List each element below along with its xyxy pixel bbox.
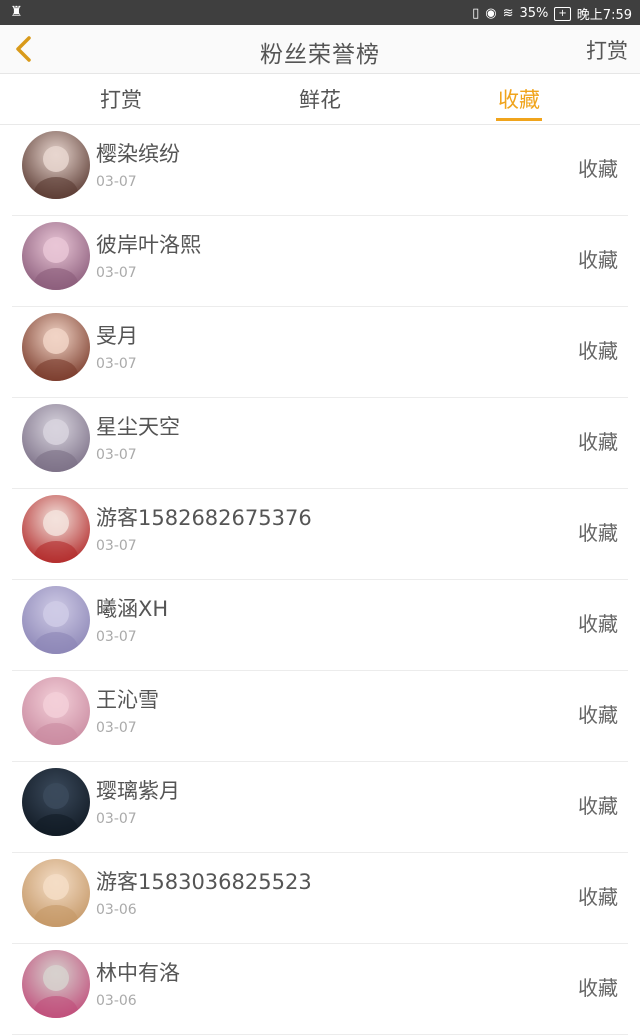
favorite-date: 03-07 xyxy=(96,720,137,736)
wifi-icon: ≋ xyxy=(502,6,514,21)
favorite-date: 03-07 xyxy=(96,538,137,554)
fan-list: 樱染缤纷 03-07 收藏 彼岸叶洛熙 03-07 收藏 旻月 03-07 收藏 星尘天空 03-0… xyxy=(0,125,640,1035)
favorite-label: 收藏 xyxy=(578,339,618,363)
avatar[interactable] xyxy=(22,859,90,927)
user-name: 王沁雪 xyxy=(96,688,159,712)
favorite-date: 03-07 xyxy=(96,174,137,190)
avatar[interactable] xyxy=(22,677,90,745)
user-name: 星尘天空 xyxy=(96,415,180,439)
battery-percent: 35% xyxy=(519,6,549,21)
favorite-date: 03-07 xyxy=(96,265,137,281)
list-item[interactable]: 璎璃紫月 03-07 收藏 xyxy=(12,762,628,853)
list-item[interactable]: 旻月 03-07 收藏 xyxy=(12,307,628,398)
avatar[interactable] xyxy=(22,586,90,654)
eye-icon: ◉ xyxy=(485,6,497,21)
avatar[interactable] xyxy=(22,495,90,563)
user-name: 璎璃紫月 xyxy=(96,779,180,803)
user-name: 樱染缤纷 xyxy=(96,142,180,166)
page-title: 粉丝荣誉榜 xyxy=(260,42,380,68)
avatar[interactable] xyxy=(22,768,90,836)
reward-button[interactable]: 打赏 xyxy=(586,35,628,65)
active-tab-indicator xyxy=(496,118,542,121)
tab-favorites[interactable]: 收藏 xyxy=(498,84,540,114)
user-name: 曦涵XH xyxy=(96,597,169,621)
user-name: 游客1582682675376 xyxy=(96,506,312,530)
favorite-label: 收藏 xyxy=(578,248,618,272)
favorite-label: 收藏 xyxy=(578,612,618,636)
favorite-date: 03-07 xyxy=(96,356,137,372)
favorite-label: 收藏 xyxy=(578,521,618,545)
favorite-date: 03-07 xyxy=(96,447,137,463)
list-item[interactable]: 星尘天空 03-07 收藏 xyxy=(12,398,628,489)
user-name: 游客1583036825523 xyxy=(96,870,312,894)
list-item[interactable]: 游客1582682675376 03-07 收藏 xyxy=(12,489,628,580)
list-item[interactable]: 曦涵XH 03-07 收藏 xyxy=(12,580,628,671)
tab-reward[interactable]: 打赏 xyxy=(100,84,142,114)
user-name: 旻月 xyxy=(96,324,138,348)
favorite-label: 收藏 xyxy=(578,430,618,454)
list-item[interactable]: 游客1583036825523 03-06 收藏 xyxy=(12,853,628,944)
favorite-label: 收藏 xyxy=(578,157,618,181)
app-header: 粉丝荣誉榜 打赏 xyxy=(0,25,640,74)
list-item[interactable]: 樱染缤纷 03-07 收藏 xyxy=(12,125,628,216)
favorite-label: 收藏 xyxy=(578,794,618,818)
avatar[interactable] xyxy=(22,222,90,290)
tab-bar: 打赏 鲜花 收藏 xyxy=(0,74,640,125)
favorite-label: 收藏 xyxy=(578,885,618,909)
user-name: 彼岸叶洛熙 xyxy=(96,233,201,257)
status-indicators: ▯ ◉ ≋ 35% + 晚上7:59 xyxy=(472,4,632,23)
favorite-label: 收藏 xyxy=(578,976,618,1000)
avatar[interactable] xyxy=(22,313,90,381)
notification-icon: ♜ xyxy=(10,4,23,20)
list-item[interactable]: 王沁雪 03-07 收藏 xyxy=(12,671,628,762)
list-item[interactable]: 林中有洛 03-06 收藏 xyxy=(12,944,628,1035)
user-name: 林中有洛 xyxy=(96,961,180,985)
clock: 晚上7:59 xyxy=(576,8,632,23)
avatar[interactable] xyxy=(22,950,90,1018)
favorite-label: 收藏 xyxy=(578,703,618,727)
favorite-date: 03-07 xyxy=(96,629,137,645)
favorite-date: 03-06 xyxy=(96,993,137,1009)
favorite-date: 03-07 xyxy=(96,811,137,827)
status-bar: ♜ ▯ ◉ ≋ 35% + 晚上7:59 xyxy=(0,0,640,25)
avatar[interactable] xyxy=(22,131,90,199)
vibrate-icon: ▯ xyxy=(472,6,480,21)
tab-flowers[interactable]: 鲜花 xyxy=(299,84,341,114)
list-item[interactable]: 彼岸叶洛熙 03-07 收藏 xyxy=(12,216,628,307)
battery-icon: + xyxy=(554,6,571,21)
avatar[interactable] xyxy=(22,404,90,472)
favorite-date: 03-06 xyxy=(96,902,137,918)
